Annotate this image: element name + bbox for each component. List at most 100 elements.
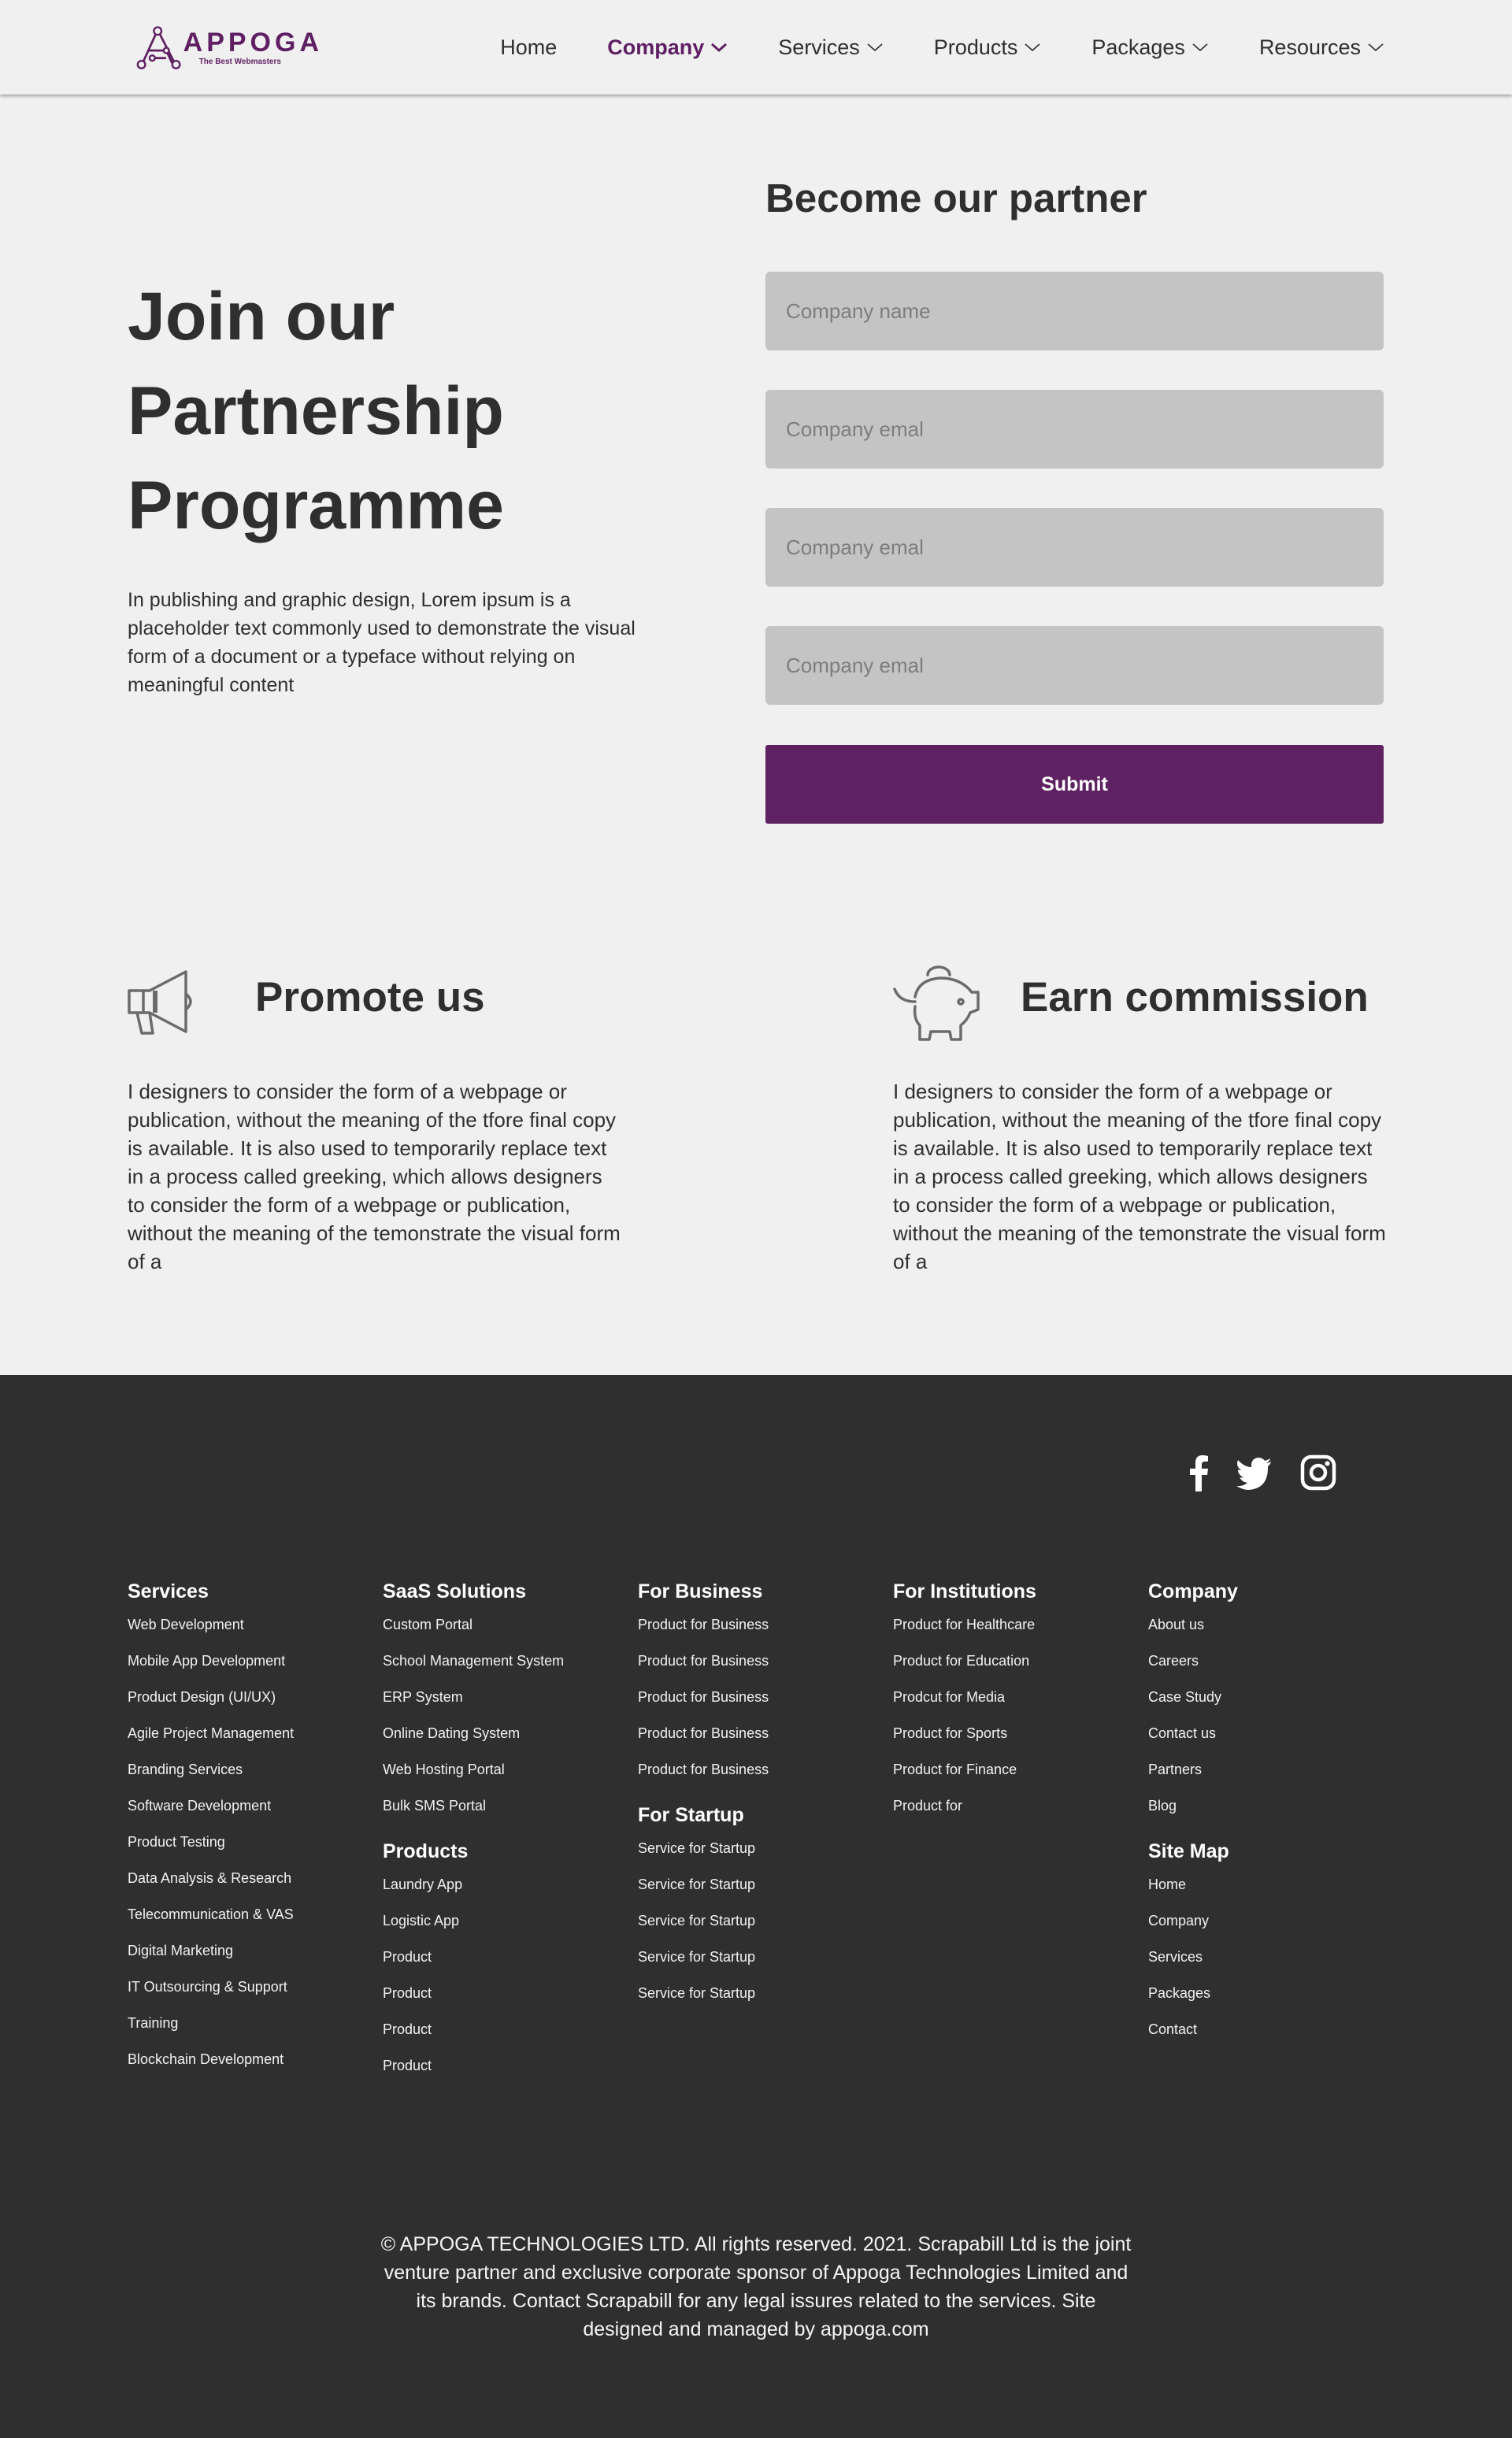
twitter-icon[interactable] bbox=[1235, 1454, 1273, 1491]
nav-home[interactable]: Home bbox=[500, 35, 557, 60]
footer-link[interactable]: Services bbox=[1148, 1939, 1238, 1975]
nav-resources-label: Resources bbox=[1258, 35, 1361, 59]
footer-heading: SaaS Solutions bbox=[383, 1580, 526, 1602]
footer-link[interactable]: Logistic App bbox=[383, 1903, 564, 1939]
nav-packages-label: Packages bbox=[1091, 35, 1185, 59]
nav-services[interactable]: Services bbox=[778, 35, 884, 60]
copyright-text: © APPOGA TECHNOLOGIES LTD. All rights re… bbox=[380, 2233, 1132, 2340]
footer-link[interactable]: Product for Finance bbox=[893, 1751, 1036, 1788]
footer-link[interactable]: Product for Healthcare bbox=[893, 1606, 1036, 1643]
footer-link[interactable]: Software Development bbox=[128, 1788, 294, 1824]
logo-name: APPOGA bbox=[183, 27, 323, 57]
footer-link[interactable]: Product for Business bbox=[638, 1643, 769, 1679]
footer-link[interactable]: Product for Business bbox=[638, 1679, 769, 1715]
footer-link[interactable]: Web Hosting Portal bbox=[383, 1751, 564, 1788]
footer-link[interactable]: Partners bbox=[1148, 1751, 1238, 1788]
footer-link[interactable]: Telecommunication & VAS bbox=[128, 1896, 294, 1932]
footer-link[interactable]: Digital Marketing bbox=[128, 1932, 294, 1969]
footer-link[interactable]: About us bbox=[1148, 1606, 1238, 1643]
footer-link[interactable]: Company bbox=[1148, 1903, 1238, 1939]
footer-link[interactable]: Careers bbox=[1148, 1643, 1238, 1679]
site-footer: Services Web Development Mobile App Deve… bbox=[0, 1375, 1512, 2438]
appoga-logo[interactable]: APPOGA The Best Webmasters bbox=[134, 14, 323, 80]
chevron-down-icon bbox=[1368, 43, 1384, 52]
footer-link[interactable]: Product bbox=[383, 2047, 564, 2084]
nav-products[interactable]: Products bbox=[934, 35, 1042, 60]
footer-link[interactable]: Web Development bbox=[128, 1606, 294, 1643]
feature-text-commission: I designers to consider the form of a we… bbox=[893, 1080, 1386, 1273]
footer-link[interactable]: Custom Portal bbox=[383, 1606, 564, 1643]
submit-button[interactable]: Submit bbox=[765, 745, 1384, 824]
main-nav: Home Company Services Products Packages … bbox=[450, 0, 1384, 94]
feature-title-promote: Promote us bbox=[255, 974, 485, 1021]
company-email-field-3[interactable] bbox=[765, 626, 1384, 705]
footer-link[interactable]: Blockchain Development bbox=[128, 2041, 294, 2077]
nav-company[interactable]: Company bbox=[607, 35, 728, 60]
footer-link[interactable]: Home bbox=[1148, 1866, 1238, 1903]
chevron-down-icon bbox=[867, 43, 883, 52]
footer-heading: Site Map bbox=[1148, 1840, 1229, 1862]
instagram-icon[interactable] bbox=[1299, 1454, 1337, 1491]
nav-packages[interactable]: Packages bbox=[1091, 35, 1209, 60]
footer-link[interactable]: Service for Startup bbox=[638, 1975, 769, 2011]
hero-title-line: Programme bbox=[128, 468, 504, 543]
form-title: Become our partner bbox=[765, 176, 1147, 220]
footer-link[interactable]: ERP System bbox=[383, 1679, 564, 1715]
footer-link[interactable]: Contact us bbox=[1148, 1715, 1238, 1751]
nav-resources[interactable]: Resources bbox=[1259, 35, 1384, 60]
footer-column-company: Company About us Careers Case Study Cont… bbox=[1148, 1580, 1238, 2047]
site-header: APPOGA The Best Webmasters Home Company … bbox=[0, 0, 1512, 94]
footer-link[interactable]: Product for Business bbox=[638, 1606, 769, 1643]
hero-title-line: Partnership bbox=[128, 373, 504, 449]
footer-link[interactable]: Case Study bbox=[1148, 1679, 1238, 1715]
facebook-icon[interactable] bbox=[1180, 1454, 1217, 1491]
megaphone-icon bbox=[128, 970, 192, 1035]
footer-link[interactable]: Contact bbox=[1148, 2011, 1238, 2047]
footer-column-services: Services Web Development Mobile App Deve… bbox=[128, 1580, 294, 2077]
footer-link[interactable]: Product for Education bbox=[893, 1643, 1036, 1679]
company-email-field-2[interactable] bbox=[765, 508, 1384, 587]
footer-link[interactable]: Agile Project Management bbox=[128, 1715, 294, 1751]
footer-link[interactable]: Service for Startup bbox=[638, 1830, 769, 1866]
nav-home-label: Home bbox=[500, 35, 558, 59]
footer-link[interactable]: Online Dating System bbox=[383, 1715, 564, 1751]
footer-link[interactable]: Mobile App Development bbox=[128, 1643, 294, 1679]
footer-column-business: For Business Product for Business Produc… bbox=[638, 1580, 769, 2011]
footer-link[interactable]: Product for Sports bbox=[893, 1715, 1036, 1751]
footer-link[interactable]: Blog bbox=[1148, 1788, 1238, 1824]
footer-link[interactable]: Service for Startup bbox=[638, 1903, 769, 1939]
feature-title-commission: Earn commission bbox=[1021, 974, 1369, 1021]
footer-link[interactable]: Product bbox=[383, 2011, 564, 2047]
footer-link[interactable]: Product bbox=[383, 1939, 564, 1975]
hero-title-line: Join our bbox=[128, 279, 395, 354]
footer-heading: For Business bbox=[638, 1580, 763, 1602]
footer-link[interactable]: Product for Business bbox=[638, 1715, 769, 1751]
footer-heading: For Startup bbox=[638, 1804, 744, 1826]
footer-link[interactable]: Training bbox=[128, 2005, 294, 2041]
footer-link[interactable]: Product Testing bbox=[128, 1824, 294, 1860]
company-email-field[interactable] bbox=[765, 390, 1384, 469]
hero-title: Join our Partnership Programme bbox=[128, 269, 504, 553]
footer-link[interactable]: Laundry App bbox=[383, 1866, 564, 1903]
footer-link[interactable]: Branding Services bbox=[128, 1751, 294, 1788]
company-name-field[interactable] bbox=[765, 272, 1384, 350]
footer-link[interactable]: IT Outsourcing & Support bbox=[128, 1969, 294, 2005]
footer-link[interactable]: Service for Startup bbox=[638, 1866, 769, 1903]
footer-link[interactable]: Bulk SMS Portal bbox=[383, 1788, 564, 1824]
footer-link[interactable]: Product Design (UI/UX) bbox=[128, 1679, 294, 1715]
footer-link[interactable]: Prodcut for Media bbox=[893, 1679, 1036, 1715]
footer-link[interactable]: Product for Business bbox=[638, 1751, 769, 1788]
footer-column-saas: SaaS Solutions Custom Portal School Mana… bbox=[383, 1580, 564, 2084]
footer-link[interactable]: Service for Startup bbox=[638, 1939, 769, 1975]
nav-products-label: Products bbox=[933, 35, 1018, 59]
footer-heading: Products bbox=[383, 1840, 469, 1862]
footer-heading: Company bbox=[1148, 1580, 1238, 1602]
footer-link[interactable]: Product bbox=[383, 1975, 564, 2011]
footer-link[interactable]: School Management System bbox=[383, 1643, 564, 1679]
footer-link[interactable]: Packages bbox=[1148, 1975, 1238, 2011]
chevron-down-icon bbox=[1025, 43, 1040, 52]
footer-link[interactable]: Product for bbox=[893, 1788, 1036, 1824]
logo-tagline: The Best Webmasters bbox=[198, 57, 281, 66]
footer-heading: Services bbox=[128, 1580, 209, 1602]
footer-link[interactable]: Data Analysis & Research bbox=[128, 1860, 294, 1896]
